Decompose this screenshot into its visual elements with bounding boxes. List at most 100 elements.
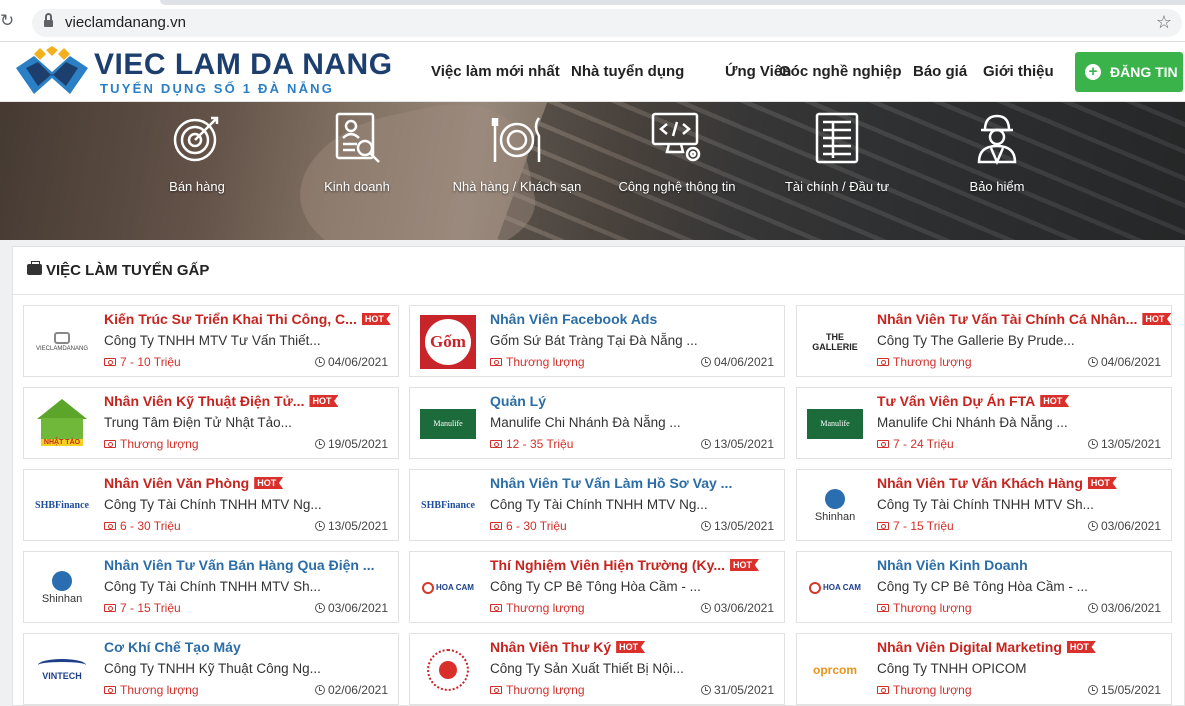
bookmark-star-icon[interactable]: ☆ bbox=[1156, 12, 1172, 33]
company-name: Công Ty CP Bê Tông Hòa Cầm - ... bbox=[490, 579, 701, 594]
category-insurance[interactable]: Bảo hiểm bbox=[917, 102, 1077, 240]
salary: Thương lượng bbox=[877, 601, 972, 615]
job-card[interactable]: HOA CAM Nhân Viên Kinh Doanh Công Ty CP Bê… bbox=[796, 551, 1172, 623]
job-title-link[interactable]: Cơ Khí Chế Tạo Máy bbox=[104, 639, 241, 655]
url-text[interactable]: vieclamdanang.vn bbox=[65, 14, 186, 31]
site-logo[interactable]: VIEC LAM DA NANG TUYỂN DỤNG SỐ 1 ĐÀ NẴNG bbox=[12, 44, 392, 100]
briefcase-icon bbox=[27, 261, 42, 275]
job-title-link[interactable]: Nhân Viên Tư Vấn Làm Hồ Sơ Vay ... bbox=[490, 475, 732, 491]
job-card[interactable]: THE GALLERIE Nhân Viên Tư Vấn Tài Chính C… bbox=[796, 305, 1172, 377]
company-logo[interactable]: Gốm bbox=[418, 314, 478, 369]
company-name: Manulife Chi Nhánh Đà Nẵng ... bbox=[490, 415, 681, 430]
job-card[interactable]: NHẬT TẢO Nhân Viên Kỹ Thuật Điện Tử... HOT… bbox=[23, 387, 399, 459]
salary: Thương lượng bbox=[490, 355, 585, 369]
logo-text: NHẬT TẢO bbox=[41, 438, 83, 446]
company-logo[interactable]: SHBFinance bbox=[32, 478, 92, 533]
company-logo[interactable]: SHBFinance bbox=[418, 478, 478, 533]
logo-text: SHBFinance bbox=[421, 500, 475, 511]
job-card[interactable]: Shinhan Nhân Viên Tư Vấn Khách Hàng HOT Côn… bbox=[796, 469, 1172, 541]
company-name: Công Ty TNHH MTV Tư Vấn Thiết... bbox=[104, 333, 321, 348]
company-logo[interactable]: HOA CAM bbox=[418, 560, 478, 615]
job-title-link[interactable]: Kiến Trúc Sư Triển Khai Thi Công, C... HO… bbox=[104, 311, 391, 327]
salary: 6 - 30 Triệu bbox=[490, 519, 567, 533]
company-logo[interactable]: Shinhan bbox=[32, 560, 92, 615]
clock-icon bbox=[700, 685, 711, 695]
company-name: Công Ty The Gallerie By Prude... bbox=[877, 333, 1075, 348]
hot-badge: HOT bbox=[309, 395, 339, 407]
posted-date: 04/06/2021 bbox=[314, 355, 388, 369]
company-logo[interactable]: Manulife bbox=[805, 396, 865, 451]
nav-career-corner[interactable]: Góc nghề nghiệp bbox=[779, 63, 902, 80]
category-business[interactable]: Kinh doanh bbox=[277, 102, 437, 240]
category-finance[interactable]: Tài chính / Đầu tư bbox=[757, 102, 917, 240]
money-icon bbox=[104, 358, 116, 366]
job-title-link[interactable]: Nhân Viên Kinh Doanh bbox=[877, 557, 1028, 573]
nav-about[interactable]: Giới thiệu bbox=[983, 63, 1054, 80]
job-title-link[interactable]: Nhân Viên Tư Vấn Tài Chính Cá Nhân... HOT bbox=[877, 311, 1172, 327]
company-logo[interactable]: VINTECH bbox=[32, 642, 92, 697]
job-title-link[interactable]: Thí Nghiệm Viên Hiện Trường (Ky... HOT bbox=[490, 557, 760, 573]
company-logo[interactable] bbox=[418, 642, 478, 697]
clock-icon bbox=[700, 521, 711, 531]
company-logo[interactable]: THE GALLERIE bbox=[805, 314, 865, 369]
hot-badge: HOT bbox=[254, 477, 284, 489]
job-card[interactable]: oprcom Nhân Viên Digital Marketing HOT Công… bbox=[796, 633, 1172, 705]
category-restaurant-hotel[interactable]: Nhà hàng / Khách sạn bbox=[437, 102, 597, 240]
salary: Thương lượng bbox=[104, 437, 199, 451]
category-it[interactable]: Công nghệ thông tin bbox=[597, 102, 757, 240]
nav-employers[interactable]: Nhà tuyển dụng bbox=[571, 63, 684, 80]
job-card[interactable]: HOA CAM Thí Nghiệm Viên Hiện Trường (Ky..… bbox=[409, 551, 785, 623]
company-logo[interactable]: Manulife bbox=[418, 396, 478, 451]
nav-pricing[interactable]: Báo giá bbox=[913, 63, 967, 80]
logo-text: THE GALLERIE bbox=[812, 331, 858, 352]
job-title-link[interactable]: Nhân Viên Tư Vấn Khách Hàng HOT bbox=[877, 475, 1117, 491]
company-name: Công Ty Tài Chính TNHH MTV Sh... bbox=[877, 497, 1094, 512]
post-job-button[interactable]: + ĐĂNG TIN bbox=[1075, 52, 1183, 92]
job-title-link[interactable]: Nhân Viên Tư Vấn Bán Hàng Qua Điện ... bbox=[104, 557, 374, 573]
ledger-icon bbox=[815, 112, 859, 164]
hot-badge: HOT bbox=[1087, 477, 1117, 489]
job-card[interactable]: VINTECH Cơ Khí Chế Tạo Máy Công Ty TNHH Kỹ… bbox=[23, 633, 399, 705]
company-logo[interactable]: NHẬT TẢO bbox=[32, 396, 92, 451]
category-label: Công nghệ thông tin bbox=[618, 179, 736, 194]
nav-latest-jobs[interactable]: Việc làm mới nhất bbox=[431, 63, 560, 80]
hot-badge: HOT bbox=[1066, 641, 1096, 653]
company-logo[interactable]: HOA CAM bbox=[805, 560, 865, 615]
clock-icon bbox=[314, 603, 325, 613]
job-card[interactable]: Nhân Viên Thư Ký HOT Công Ty Sản Xuất Thiế… bbox=[409, 633, 785, 705]
job-card[interactable]: Manulife Quản Lý Manulife Chi Nhánh Đà Nẵn… bbox=[409, 387, 785, 459]
logo-text: Shinhan bbox=[814, 510, 856, 523]
reload-icon[interactable]: ↻ bbox=[0, 12, 18, 30]
job-card[interactable]: Gốm Nhân Viên Facebook Ads Gốm Sứ Bát Tràn… bbox=[409, 305, 785, 377]
job-title-link[interactable]: Nhân Viên Facebook Ads bbox=[490, 311, 657, 327]
company-logo[interactable]: Shinhan bbox=[805, 478, 865, 533]
posted-date: 04/06/2021 bbox=[1087, 355, 1161, 369]
job-card[interactable]: Shinhan Nhân Viên Tư Vấn Bán Hàng Qua Điệ… bbox=[23, 551, 399, 623]
lock-icon[interactable] bbox=[44, 13, 53, 28]
job-title-link[interactable]: Nhân Viên Văn Phòng HOT bbox=[104, 475, 284, 491]
category-sales[interactable]: Bán hàng bbox=[117, 102, 277, 240]
clock-icon bbox=[700, 357, 711, 367]
job-card[interactable]: Manulife Tư Vấn Viên Dự Án FTA HOT Manulife… bbox=[796, 387, 1172, 459]
clock-icon bbox=[1087, 685, 1098, 695]
job-card[interactable]: SHBFinance Nhân Viên Văn Phòng HOT Công Ty … bbox=[23, 469, 399, 541]
job-title-link[interactable]: Nhân Viên Thư Ký HOT bbox=[490, 639, 646, 655]
address-bar[interactable]: vieclamdanang.vn ☆ bbox=[32, 9, 1182, 37]
job-title-link[interactable]: Tư Vấn Viên Dự Án FTA HOT bbox=[877, 393, 1070, 409]
company-logo[interactable]: VIECLAMDANANG bbox=[32, 314, 92, 369]
money-icon bbox=[490, 522, 502, 530]
dining-plate-icon bbox=[491, 117, 541, 162]
clock-icon bbox=[700, 439, 711, 449]
category-label: Bán hàng bbox=[169, 179, 225, 194]
document-search-icon bbox=[335, 112, 380, 163]
job-title-link[interactable]: Nhân Viên Kỹ Thuật Điện Tử... HOT bbox=[104, 393, 339, 409]
job-title-link[interactable]: Quản Lý bbox=[490, 393, 546, 409]
job-card[interactable]: SHBFinance Nhân Viên Tư Vấn Làm Hồ Sơ Vay… bbox=[409, 469, 785, 541]
logo-text: HOA CAM bbox=[823, 583, 861, 592]
company-logo[interactable]: oprcom bbox=[805, 642, 865, 697]
money-icon bbox=[104, 686, 116, 694]
salary: Thương lượng bbox=[490, 601, 585, 615]
job-card[interactable]: VIECLAMDANANG Kiến Trúc Sư Triển Khai Thi… bbox=[23, 305, 399, 377]
logo-text: oprcom bbox=[812, 662, 857, 677]
job-title-link[interactable]: Nhân Viên Digital Marketing HOT bbox=[877, 639, 1096, 655]
